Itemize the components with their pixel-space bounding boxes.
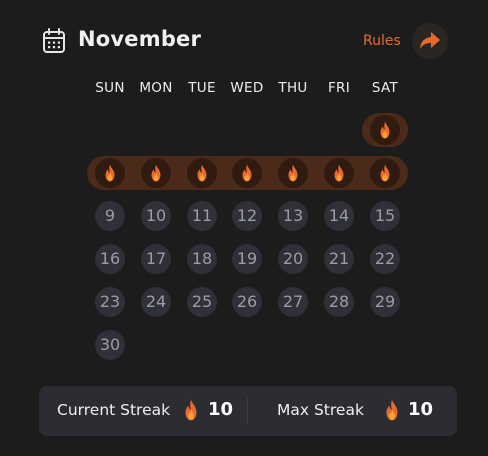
weekday-label-wed: WED (230, 80, 264, 96)
flame-icon (334, 164, 344, 182)
calendar-day[interactable]: 15 (370, 201, 400, 231)
calendar-day-streak[interactable] (370, 158, 400, 188)
flame-icon (383, 399, 401, 425)
calendar-day[interactable]: 18 (187, 244, 217, 274)
calendar-day[interactable]: 16 (95, 244, 125, 274)
flame-icon (197, 164, 207, 182)
calendar-day[interactable]: 26 (232, 287, 262, 317)
flame-icon (182, 399, 200, 425)
calendar-day[interactable]: 23 (95, 287, 125, 317)
calendar-day[interactable]: 24 (141, 287, 171, 317)
max-streak-label: Max Streak (277, 401, 364, 419)
weekday-label-sat: SAT (371, 80, 399, 96)
flame-icon (288, 164, 298, 182)
share-arrow-icon (420, 32, 440, 49)
flame-icon (380, 164, 390, 182)
divider (247, 398, 248, 424)
calendar-day[interactable]: 12 (232, 201, 262, 231)
calendar-day[interactable]: 14 (324, 201, 354, 231)
calendar-day[interactable]: 28 (324, 287, 354, 317)
calendar-day-streak[interactable] (187, 158, 217, 188)
weekday-label-fri: FRI (327, 80, 351, 96)
calendar-day[interactable]: 21 (324, 244, 354, 274)
calendar-day[interactable]: 22 (370, 244, 400, 274)
calendar-day-streak[interactable] (278, 158, 308, 188)
month-title: November (78, 27, 202, 51)
calendar-day-streak[interactable] (370, 115, 400, 145)
flame-icon (151, 164, 161, 182)
streak-stats-panel: Current Streak 10 Max Streak 10 (39, 386, 457, 436)
calendar-day[interactable]: 20 (278, 244, 308, 274)
weekday-label-thu: THU (278, 80, 308, 96)
calendar-day-streak[interactable] (232, 158, 262, 188)
calendar-day[interactable]: 27 (278, 287, 308, 317)
flame-icon (380, 121, 390, 139)
flame-icon (242, 164, 252, 182)
current-streak-value: 10 (208, 399, 234, 420)
calendar-header: November Rules (42, 23, 450, 61)
calendar-day[interactable]: 29 (370, 287, 400, 317)
share-button[interactable] (412, 23, 448, 59)
current-streak-label: Current Streak (57, 401, 171, 419)
flame-icon (105, 164, 115, 182)
weekday-label-sun: SUN (95, 80, 125, 96)
max-streak-value: 10 (408, 399, 434, 420)
calendar-day[interactable]: 25 (187, 287, 217, 317)
weekday-label-mon: MON (139, 80, 173, 96)
calendar-day-streak[interactable] (324, 158, 354, 188)
calendar-icon (42, 28, 66, 54)
calendar-day[interactable]: 17 (141, 244, 171, 274)
calendar-day[interactable]: 10 (141, 201, 171, 231)
calendar-day[interactable]: 11 (187, 201, 217, 231)
calendar-day[interactable]: 9 (95, 201, 125, 231)
calendar-day[interactable]: 19 (232, 244, 262, 274)
calendar-day[interactable]: 30 (95, 330, 125, 360)
rules-link[interactable]: Rules (363, 33, 401, 49)
weekday-label-tue: TUE (188, 80, 216, 96)
calendar-day[interactable]: 13 (278, 201, 308, 231)
calendar-day-streak[interactable] (141, 158, 171, 188)
calendar-day-streak[interactable] (95, 158, 125, 188)
